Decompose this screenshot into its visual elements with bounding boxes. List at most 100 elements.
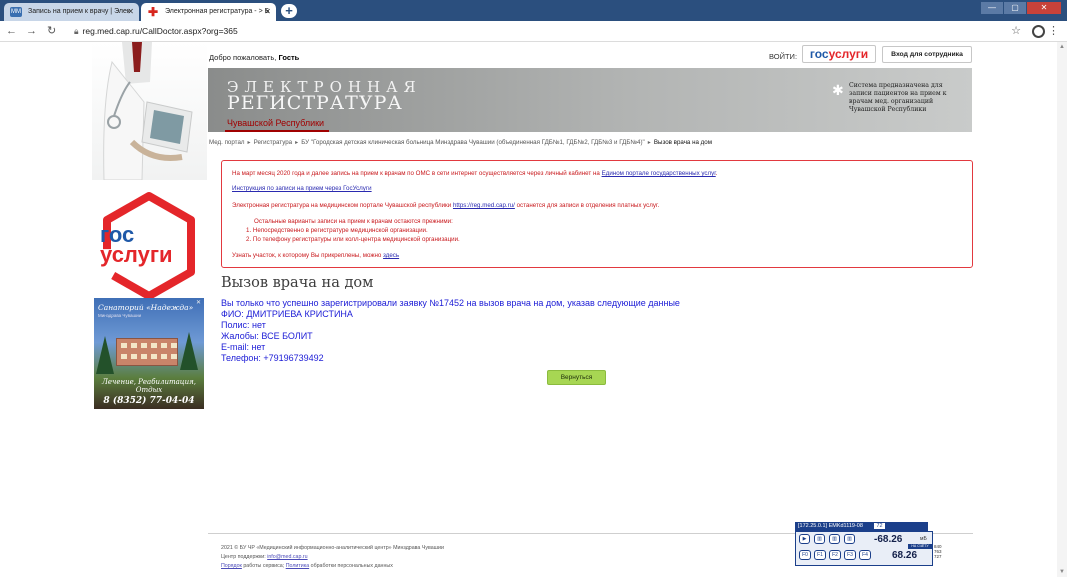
building-image bbox=[116, 338, 178, 366]
gosuslugi-portal-link[interactable]: Едином портале государственных услуг bbox=[602, 170, 716, 177]
url-field[interactable]: 🔒︎ reg.med.cap.ru/CallDoctor.aspx?org=365 bbox=[74, 25, 238, 37]
widget-body: ▶ ▥ ▥ ▥ -68.26 мБ НА СЧЁТУ F0 F1 F2 F3 F… bbox=[795, 531, 933, 566]
widget-f0-button[interactable]: F0 bbox=[799, 550, 811, 560]
widget-f2-button[interactable]: F2 bbox=[829, 550, 841, 560]
notice-line-2: Инструкция по записи на прием через ГосУ… bbox=[232, 185, 372, 192]
widget-f4-button[interactable]: F4 bbox=[859, 550, 871, 560]
staff-login-button[interactable]: Вход для сотрудника bbox=[882, 46, 972, 63]
footer-support-label: Центр поддержки: bbox=[221, 554, 266, 560]
district-link[interactable]: здесь bbox=[383, 252, 399, 259]
browser-menu-icon[interactable]: ⋮ bbox=[1048, 24, 1059, 37]
notice-line-5: 1. Непосредственно в регистратуре медици… bbox=[246, 227, 428, 234]
notice-line-3: Электронная регистратура на медицинском … bbox=[232, 202, 659, 209]
welcome-text: Добро пожаловать, Гость bbox=[209, 53, 299, 62]
play-icon[interactable]: ▶ bbox=[799, 534, 810, 544]
back-arrow-icon[interactable]: ← bbox=[6, 24, 17, 38]
bookmark-star-icon[interactable]: ☆ bbox=[1011, 24, 1021, 37]
result-fio: ФИО: ДМИТРИЕВА КРИСТИНА bbox=[221, 309, 353, 319]
sanatorium-banner[interactable]: Санаторий «Надежда» Минздрава Чувашии ✕ … bbox=[94, 298, 204, 409]
maximize-button[interactable]: ▢ bbox=[1004, 2, 1026, 14]
cross-favicon-icon: ✚ bbox=[147, 5, 159, 19]
breadcrumb-current: Вызов врача на дом bbox=[653, 139, 712, 146]
notice-box: На март месяц 2020 года и далее запись н… bbox=[221, 160, 973, 268]
page-scrollbar[interactable]: ▲ ▼ bbox=[1057, 42, 1067, 577]
browser-tabbar: MM Запись на прием к врачу | Элек ✕ ✚ Эл… bbox=[0, 0, 1067, 21]
banner-slogan-line1: Лечение, Реабилитация, bbox=[101, 378, 197, 386]
welcome-prefix: Добро пожаловать, bbox=[209, 53, 277, 62]
result-complaints: Жалобы: ВСЕ БОЛИТ bbox=[221, 331, 313, 341]
footer-policy: Порядок работы сервиса; Политика обработ… bbox=[221, 563, 393, 569]
success-message: Вы только что успешно зарегистрировали з… bbox=[221, 298, 680, 308]
lock-icon: 🔒︎ bbox=[74, 26, 79, 36]
forward-arrow-icon[interactable]: → bbox=[26, 24, 37, 38]
widget-value-1: -68.26 bbox=[874, 534, 903, 545]
minimize-button[interactable]: — bbox=[981, 2, 1003, 14]
page-title: Вызов врача на дом bbox=[221, 275, 374, 291]
notice-line-4: Остальные варианты записи на прием к вра… bbox=[254, 218, 453, 225]
banner-slogan: Лечение, Реабилитация, Отдых bbox=[94, 378, 204, 394]
gosuslugi-btn-part2: услуги bbox=[828, 47, 869, 61]
breadcrumb-hospital[interactable]: БУ "Городская детская клиническая больни… bbox=[301, 139, 645, 146]
scroll-down-icon[interactable]: ▼ bbox=[1059, 569, 1065, 575]
tab-close-icon[interactable]: ✕ bbox=[264, 3, 271, 21]
scroll-up-icon[interactable]: ▲ bbox=[1059, 44, 1065, 50]
browser-tab-registry[interactable]: ✚ Электронная регистратура - > Б ✕ bbox=[141, 3, 276, 21]
widget-unit: мБ bbox=[920, 536, 927, 542]
widget-control-icon[interactable]: ▥ bbox=[844, 534, 855, 544]
notice-text: Узнать участок, к которому Вы прикреплен… bbox=[232, 252, 382, 259]
back-button[interactable]: Вернуться bbox=[547, 370, 606, 385]
widget-control-icon[interactable]: ▥ bbox=[814, 534, 825, 544]
notice-text: Электронная регистратура на медицинском … bbox=[232, 202, 452, 209]
gosuslugi-logo[interactable]: гос услуги bbox=[93, 190, 205, 302]
widget-value-2: 68.26 bbox=[892, 550, 918, 561]
new-tab-button[interactable]: + bbox=[281, 4, 297, 18]
login-label: ВОЙТИ: bbox=[769, 52, 798, 61]
policy-link[interactable]: Политика bbox=[286, 563, 309, 569]
rules-link[interactable]: Порядок bbox=[221, 563, 242, 569]
profile-icon[interactable] bbox=[1032, 25, 1045, 38]
gosuslugi-btn-part1: гос bbox=[809, 47, 829, 61]
notice-line-6: 2. По телефону регистратуры или колл-цен… bbox=[246, 236, 460, 243]
widget-header: [172.25.0.1] EMKd1119-08 72 bbox=[795, 522, 928, 531]
system-description: Система предназначена для записи пациент… bbox=[849, 82, 947, 113]
notice-text: останется для записи в отделения платных… bbox=[516, 202, 660, 209]
result-polis: Полис: нет bbox=[221, 320, 266, 330]
instruction-link[interactable]: Инструкция по записи на прием через ГосУ… bbox=[232, 185, 372, 192]
browser-tab-appointment[interactable]: MM Запись на прием к врачу | Элек ✕ bbox=[4, 3, 139, 21]
star-icon: ✱ bbox=[832, 82, 844, 98]
footer-text: обработки персональных данных bbox=[310, 563, 393, 569]
breadcrumb-registry[interactable]: Регистратура bbox=[254, 139, 293, 146]
registry-url-link[interactable]: https://reg.med.cap.ru/ bbox=[453, 202, 515, 209]
footer-text: работы сервиса; bbox=[243, 563, 285, 569]
widget-header-tag: 72 bbox=[874, 523, 885, 529]
widget-side-3: 727 bbox=[934, 554, 942, 559]
widget-side-values: 840 763 727 bbox=[934, 544, 942, 559]
address-bar: ← → ↻ 🔒︎ reg.med.cap.ru/CallDoctor.aspx?o… bbox=[0, 21, 1067, 42]
site-title-line2: РЕГИСТРАТУРА bbox=[227, 92, 403, 114]
doctor-illustration bbox=[92, 42, 207, 180]
site-header: ЭЛЕКТРОННАЯ РЕГИСТРАТУРА Чувашской Респу… bbox=[208, 68, 972, 132]
tree-image bbox=[180, 332, 198, 370]
region-underline bbox=[225, 130, 329, 132]
page-content: гос услуги Санаторий «Надежда» Минздрава… bbox=[0, 42, 1067, 577]
reload-icon[interactable]: ↻ bbox=[47, 24, 56, 38]
support-email-link[interactable]: info@med.cap.ru bbox=[267, 554, 307, 560]
widget-control-icon[interactable]: ▥ bbox=[829, 534, 840, 544]
result-email: E-mail: нет bbox=[221, 342, 266, 352]
tree-image bbox=[96, 336, 114, 374]
window-controls: — ▢ ✕ bbox=[981, 2, 1061, 16]
banner-subtitle: Минздрава Чувашии bbox=[98, 313, 142, 318]
gosuslugi-login-button[interactable]: госуслуги bbox=[802, 45, 876, 63]
banner-close-icon[interactable]: ✕ bbox=[196, 299, 201, 306]
gos-logo-text-2: услуги bbox=[100, 242, 173, 267]
welcome-user: Гость bbox=[278, 53, 300, 62]
notice-line-1: На март месяц 2020 года и далее запись н… bbox=[232, 170, 718, 177]
widget-header-text: [172.25.0.1] EMKd1119-08 bbox=[798, 523, 863, 529]
window-close-button[interactable]: ✕ bbox=[1027, 2, 1061, 14]
tab-close-icon[interactable]: ✕ bbox=[127, 3, 134, 21]
tab-title: Электронная регистратура - > Б bbox=[165, 8, 270, 15]
balance-widget[interactable]: [172.25.0.1] EMKd1119-08 72 ▶ ▥ ▥ ▥ -68.… bbox=[795, 522, 953, 568]
widget-f1-button[interactable]: F1 bbox=[814, 550, 826, 560]
widget-f3-button[interactable]: F3 bbox=[844, 550, 856, 560]
breadcrumb-portal[interactable]: Мед. портал bbox=[209, 139, 245, 146]
